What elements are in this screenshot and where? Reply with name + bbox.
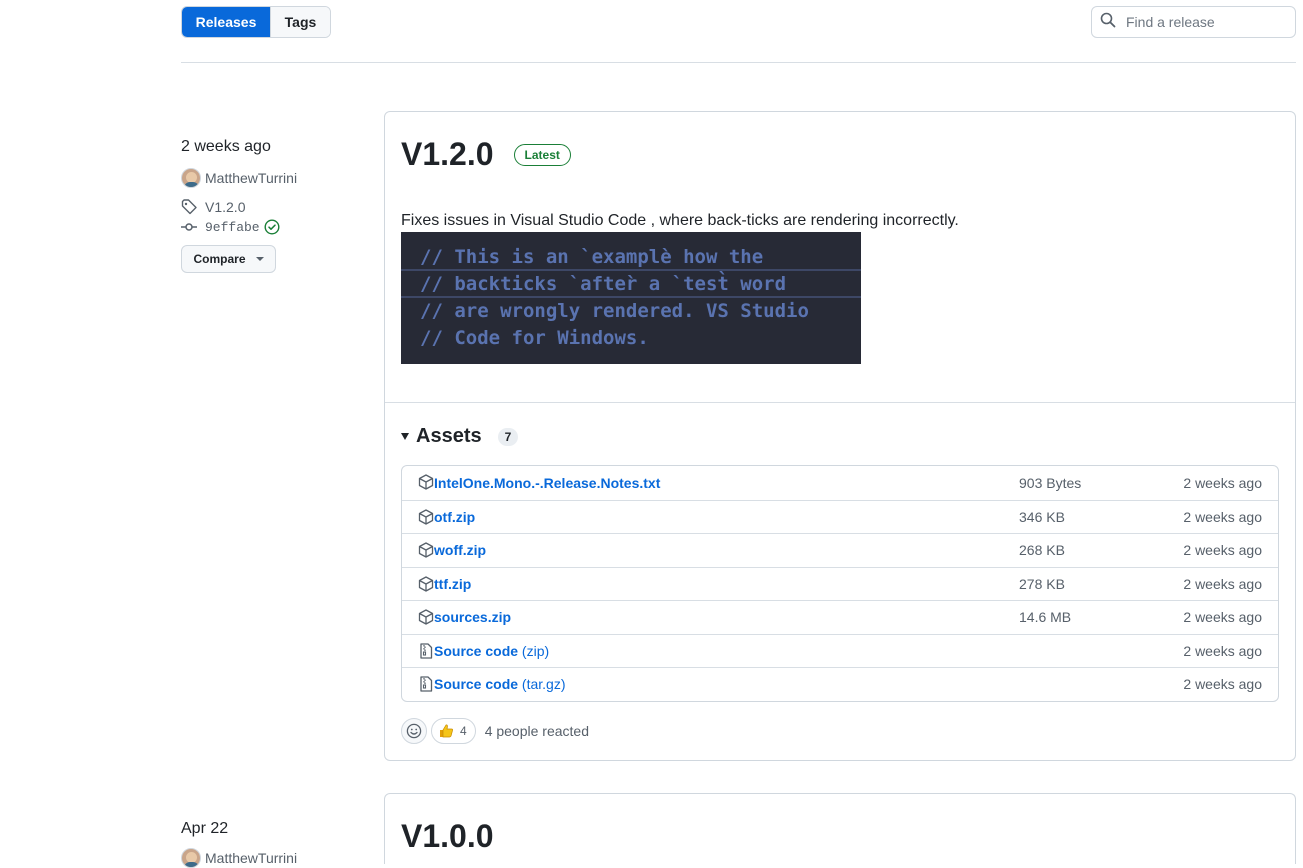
- avatar: [181, 168, 201, 188]
- asset-time: 2 weeks ago: [1183, 676, 1262, 693]
- reaction-summary: 4 people reacted: [484, 723, 589, 739]
- release-header: V1.0.0: [401, 818, 494, 855]
- release-title[interactable]: V1.0.0: [401, 818, 494, 855]
- package-icon: [418, 542, 434, 558]
- assets-toggle[interactable]: Assets 7: [401, 425, 519, 448]
- search-box[interactable]: [1091, 6, 1296, 38]
- assets-title: Assets: [416, 425, 482, 447]
- divider: [385, 402, 1295, 403]
- asset-time: 2 weeks ago: [1183, 642, 1262, 659]
- code-block: // This is an `examplè how the // backti…: [401, 232, 861, 364]
- thumbs-up-reaction[interactable]: 4: [431, 718, 476, 744]
- compare-label: Compare: [193, 252, 246, 266]
- asset-size: 278 KB: [1019, 575, 1065, 592]
- asset-size: 268 KB: [1019, 542, 1065, 559]
- asset-link[interactable]: ttf.zip: [434, 576, 471, 592]
- release-header: V1.2.0 Latest: [401, 136, 571, 173]
- asset-size: 903 Bytes: [1019, 474, 1082, 491]
- asset-link[interactable]: IntelOne.Mono.-.Release.Notes.txt: [434, 475, 660, 491]
- release-meta: Apr 22 MatthewTurrini: [181, 820, 297, 868]
- release-date: Apr 22: [181, 820, 229, 837]
- list-item: Source code (tar.gz) 2 weeks ago: [402, 667, 1278, 701]
- package-icon: [418, 474, 434, 490]
- search-input[interactable]: [1124, 13, 1289, 31]
- release-title[interactable]: V1.2.0: [401, 136, 494, 173]
- package-icon: [418, 609, 434, 625]
- commit-icon: [181, 219, 197, 235]
- list-item: sources.zip 14.6 MB 2 weeks ago: [402, 600, 1278, 634]
- code-line: // are wrongly rendered. VS Studio: [420, 300, 809, 322]
- list-item: ttf.zip 278 KB 2 weeks ago: [402, 566, 1278, 601]
- release-description: Fixes issues in Visual Studio Code , whe…: [401, 212, 959, 229]
- list-item: Source code (zip) 2 weeks ago: [402, 633, 1278, 668]
- add-reaction-button[interactable]: [401, 718, 427, 744]
- asset-time: 2 weeks ago: [1183, 575, 1262, 592]
- package-icon: [418, 575, 434, 592]
- chevron-down-icon: [255, 257, 264, 261]
- releases-tags-nav: Releases Tags: [181, 6, 331, 38]
- tab-tags[interactable]: Tags: [270, 7, 330, 37]
- assets-list: IntelOne.Mono.-.Release.Notes.txt 903 By…: [401, 465, 1279, 702]
- tab-releases[interactable]: Releases: [182, 7, 270, 37]
- asset-link[interactable]: sources.zip: [434, 609, 511, 625]
- asset-time: 2 weeks ago: [1183, 508, 1262, 525]
- tag-name[interactable]: V1.2.0: [205, 199, 245, 215]
- thumbs-up-icon: [438, 723, 454, 739]
- release-date: 2 weeks ago: [181, 138, 271, 155]
- asset-link[interactable]: Source code (zip): [434, 643, 549, 659]
- top-divider: [181, 62, 1296, 63]
- compare-button[interactable]: Compare: [181, 245, 276, 273]
- author-name[interactable]: MatthewTurrini: [205, 170, 297, 186]
- asset-size: 14.6 MB: [1019, 609, 1072, 626]
- asset-link[interactable]: otf.zip: [434, 509, 475, 525]
- release-meta: 2 weeks ago MatthewTurrini V1.2.0 9effab…: [181, 138, 297, 273]
- avatar: [181, 848, 201, 868]
- release-commit[interactable]: 9effabe: [181, 219, 297, 235]
- list-item: IntelOne.Mono.-.Release.Notes.txt 903 By…: [402, 466, 1278, 500]
- triangle-down-icon: [401, 433, 409, 440]
- file-zip-icon: [418, 676, 434, 692]
- code-line: // backticks `after̀ a `test̀ word: [401, 271, 861, 298]
- latest-badge: Latest: [513, 143, 571, 166]
- asset-size: 346 KB: [1019, 508, 1065, 525]
- release-card: V1.0.0: [384, 793, 1296, 864]
- release-author[interactable]: MatthewTurrini: [181, 848, 297, 868]
- smiley-icon: [406, 723, 422, 739]
- asset-time: 2 weeks ago: [1183, 474, 1262, 491]
- release-tag[interactable]: V1.2.0: [181, 199, 297, 215]
- search-icon: [1100, 12, 1116, 33]
- asset-link[interactable]: Source code (tar.gz): [434, 676, 566, 692]
- thumbs-up-count: 4: [460, 724, 467, 738]
- release-author[interactable]: MatthewTurrini: [181, 168, 297, 188]
- code-line: // This is an `examplè how the: [401, 244, 861, 271]
- list-item: woff.zip 268 KB 2 weeks ago: [402, 533, 1278, 567]
- assets-count: 7: [497, 427, 519, 446]
- verified-check-icon: [264, 219, 280, 235]
- package-icon: [418, 508, 434, 525]
- reactions: 4 4 people reacted: [401, 718, 589, 744]
- file-zip-icon: [418, 642, 434, 659]
- release-card: V1.2.0 Latest Fixes issues in Visual Stu…: [384, 111, 1296, 761]
- asset-time: 2 weeks ago: [1183, 542, 1262, 559]
- tag-icon: [181, 199, 199, 215]
- list-item: otf.zip 346 KB 2 weeks ago: [402, 499, 1278, 534]
- code-line: // Code for Windows.: [420, 327, 649, 349]
- asset-time: 2 weeks ago: [1183, 609, 1262, 626]
- commit-sha[interactable]: 9effabe: [205, 220, 260, 235]
- asset-link[interactable]: woff.zip: [434, 542, 486, 558]
